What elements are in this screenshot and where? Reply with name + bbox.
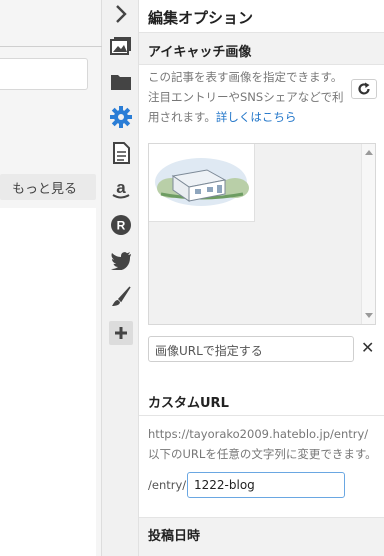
refresh-button[interactable]	[351, 79, 377, 99]
custom-url-title: カスタムURL	[139, 384, 384, 416]
eyecatch-description: この記事を表す画像を指定できます。注目エントリーやSNSシェアなどで利用されます…	[139, 65, 384, 127]
custom-url-description: https://tayorako2009.hateblo.jp/entry/以下…	[148, 427, 377, 461]
gear-icon[interactable]	[109, 105, 133, 129]
details-link[interactable]: 詳しくはこちら	[216, 110, 297, 124]
entry-prefix-label: /entry/	[148, 478, 187, 492]
svg-text:R: R	[117, 219, 126, 233]
refresh-icon	[358, 82, 370, 95]
editor-input[interactable]	[0, 58, 88, 90]
folder-icon[interactable]	[109, 70, 133, 94]
svg-text:a: a	[116, 178, 126, 197]
twitter-icon[interactable]	[109, 249, 133, 273]
custom-url-section: カスタムURL https://tayorako2009.hateblo.jp/…	[139, 384, 384, 464]
more-button[interactable]: もっと見る	[0, 174, 96, 200]
post-date-section-title: 投稿日時	[139, 517, 384, 556]
eyecatch-section-title: アイキャッチ画像	[139, 33, 384, 65]
editor-content-area[interactable]	[0, 208, 96, 556]
collapse-chevron-icon[interactable]	[109, 2, 133, 26]
eyecatch-image-list[interactable]	[148, 143, 376, 325]
custom-url-row: /entry/ 1222-blog	[148, 472, 384, 498]
scroll-down-arrow-icon[interactable]	[365, 313, 373, 318]
r-circle-icon[interactable]: R	[109, 213, 133, 237]
house-image	[155, 158, 249, 206]
custom-url-input[interactable]: 1222-blog	[187, 472, 345, 498]
options-icon-rail: a R	[102, 0, 139, 556]
document-icon[interactable]	[109, 141, 133, 165]
scroll-up-arrow-icon[interactable]	[365, 150, 373, 155]
title-underline	[0, 46, 102, 47]
close-icon[interactable]: ✕	[361, 339, 375, 357]
image-list-scrollbar[interactable]	[361, 144, 375, 324]
amazon-icon[interactable]: a	[109, 177, 133, 201]
panel-title: 編集オプション	[139, 0, 384, 33]
image-icon[interactable]	[109, 34, 133, 58]
eyecatch-thumbnail[interactable]	[149, 144, 255, 222]
image-url-input[interactable]: 画像URLで指定する	[148, 336, 354, 362]
plus-icon[interactable]	[109, 321, 133, 345]
editor-pane: もっと見る	[0, 0, 102, 556]
edit-options-panel: 編集オプション アイキャッチ画像 この記事を表す画像を指定できます。注目エントリ…	[139, 0, 384, 556]
brush-icon[interactable]	[109, 285, 133, 309]
